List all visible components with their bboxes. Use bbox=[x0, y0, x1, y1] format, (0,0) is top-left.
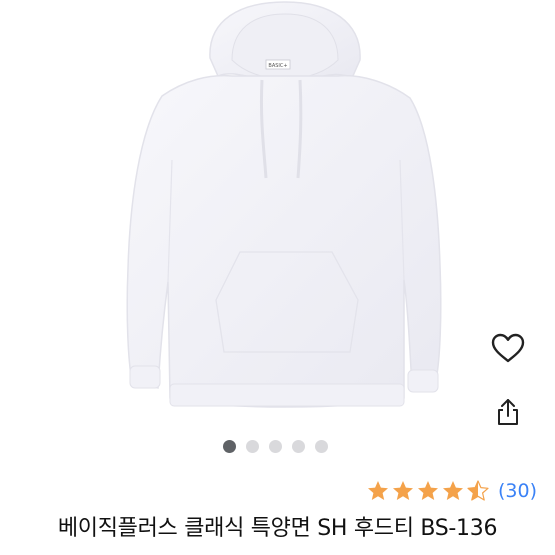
star-half-icon bbox=[467, 480, 489, 501]
star-full-icon bbox=[417, 481, 438, 500]
product-image[interactable]: BASIC+ bbox=[0, 0, 555, 425]
star-full-icon bbox=[392, 481, 413, 500]
heart-outline-icon bbox=[491, 333, 525, 363]
pagination-dot-2[interactable] bbox=[246, 439, 259, 453]
pagination-dot-1[interactable] bbox=[223, 439, 236, 453]
share-icon bbox=[498, 399, 518, 425]
review-count-link[interactable]: (30) bbox=[498, 480, 537, 502]
gallery-pagination bbox=[223, 438, 328, 454]
star-full-icon bbox=[367, 481, 388, 500]
pagination-dot-4[interactable] bbox=[292, 439, 305, 453]
pagination-dot-3[interactable] bbox=[269, 439, 282, 453]
pagination-dot-5[interactable] bbox=[315, 439, 328, 453]
share-button[interactable] bbox=[490, 392, 526, 432]
product-rating[interactable]: (30) bbox=[366, 476, 537, 506]
brand-label: BASIC+ bbox=[268, 63, 287, 69]
product-title: 베이직플러스 클래식 특양면 SH 후드티 BS-136 bbox=[57, 516, 498, 541]
wishlist-button[interactable] bbox=[486, 328, 530, 368]
hoodie-illustration: BASIC+ bbox=[126, 1, 442, 408]
star-full-icon bbox=[442, 481, 463, 500]
rating-stars bbox=[366, 479, 490, 503]
